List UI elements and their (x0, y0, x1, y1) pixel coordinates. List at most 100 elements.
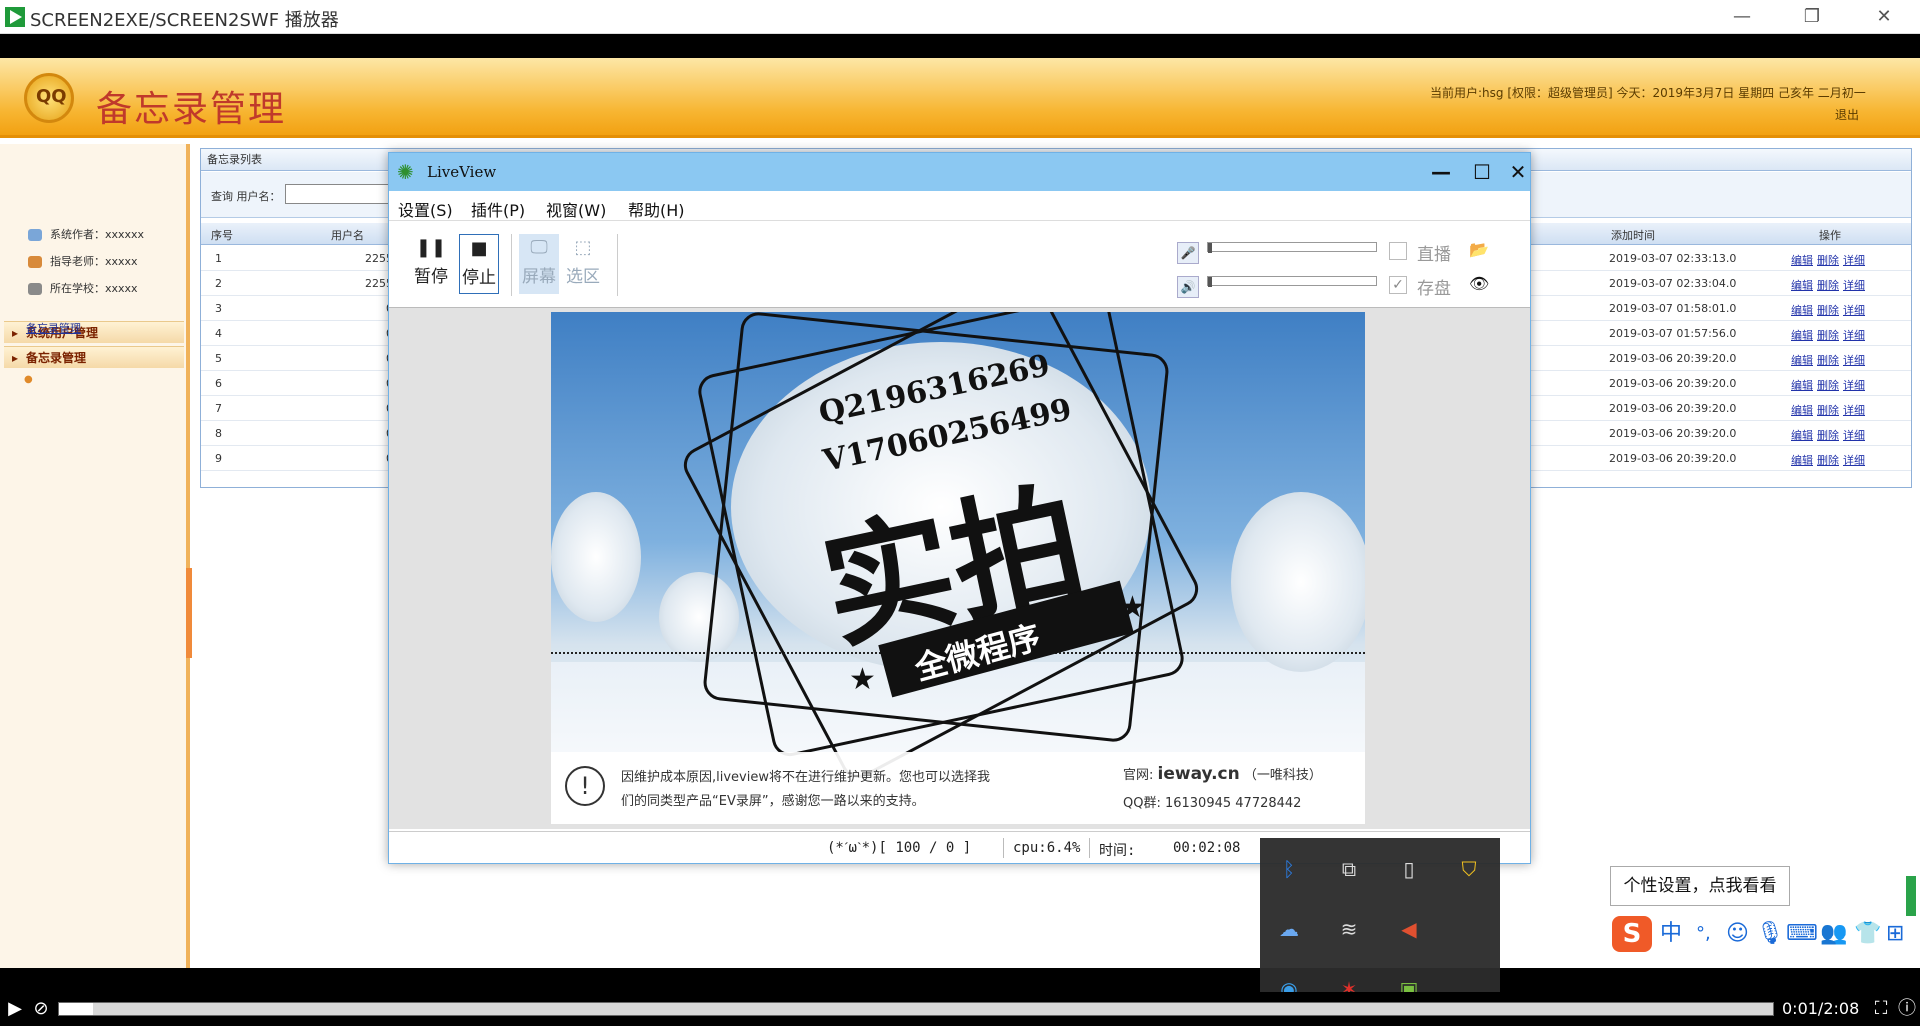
skin-icon[interactable]: 👕 (1854, 918, 1881, 950)
bluetooth-icon[interactable]: ᛒ (1274, 854, 1304, 884)
col-seq: 序号 (211, 229, 233, 242)
edit-link[interactable]: 编辑 (1791, 379, 1813, 392)
stop-icon: ■ (470, 238, 488, 259)
emoji-icon[interactable]: ☺ (1726, 918, 1749, 950)
wifi-icon[interactable]: ≋ (1334, 914, 1364, 944)
nav-sub-memo-management[interactable]: 备忘录管理 (26, 320, 81, 336)
logout-link[interactable]: 退出 (1835, 106, 1859, 123)
mic-volume-slider[interactable] (1207, 242, 1377, 253)
security-warning-icon[interactable]: ⛉ (1454, 854, 1484, 884)
stop-icon[interactable]: ⊘ (28, 996, 54, 1022)
keyboard-icon[interactable]: ⌨ (1786, 918, 1818, 950)
delete-link[interactable]: 删除 (1817, 454, 1839, 467)
detail-link[interactable]: 详细 (1843, 429, 1865, 442)
delete-link[interactable]: 删除 (1817, 404, 1839, 417)
pause-button[interactable]: ❚❚ 暂停 (411, 234, 451, 294)
detail-link[interactable]: 详细 (1843, 454, 1865, 467)
microphone-icon[interactable]: 🎤 (1177, 242, 1199, 264)
volume-icon[interactable]: ◀ (1394, 914, 1424, 944)
edit-link[interactable]: 编辑 (1791, 354, 1813, 367)
save-checkbox[interactable]: ✓ (1389, 276, 1407, 294)
delete-link[interactable]: 删除 (1817, 354, 1839, 367)
edit-link[interactable]: 编辑 (1791, 429, 1813, 442)
live-checkbox[interactable] (1389, 242, 1407, 260)
menu-settings[interactable]: 设置(S) (398, 197, 453, 221)
progress-track[interactable] (58, 1002, 1774, 1016)
liveview-titlebar[interactable]: ✺ LiveView — ☐ ✕ (389, 153, 1530, 191)
school-info: 所在学校：xxxxx (28, 280, 138, 296)
edit-link[interactable]: 编辑 (1791, 254, 1813, 267)
detail-link[interactable]: 详细 (1843, 404, 1865, 417)
close-button[interactable]: ✕ (1864, 4, 1904, 30)
delete-link[interactable]: 删除 (1817, 429, 1839, 442)
liveview-maximize-button[interactable]: ☐ (1467, 159, 1497, 185)
nav-memo-management[interactable]: 备忘录管理 (4, 346, 184, 369)
cell-ops: 编辑 删除 详细 (1791, 377, 1869, 393)
exclamation-icon: ! (565, 766, 605, 806)
minimize-button[interactable]: — (1722, 4, 1762, 30)
usb-drive-icon[interactable]: ▯ (1394, 854, 1424, 884)
delete-link[interactable]: 删除 (1817, 379, 1839, 392)
school-icon (28, 283, 42, 295)
ime-punct-toggle[interactable]: °, (1696, 918, 1711, 950)
edit-link[interactable]: 编辑 (1791, 329, 1813, 342)
screen-button[interactable]: 🖵 屏幕 (519, 234, 559, 294)
cell-time: 2019-03-07 02:33:13.0 (1609, 252, 1737, 265)
menu-plugins[interactable]: 插件(P) (471, 197, 525, 221)
mic-slider-knob[interactable] (1208, 243, 1212, 253)
voice-icon[interactable]: 🎙 (1756, 918, 1784, 950)
official-site-link[interactable]: ieway.cn (1158, 764, 1240, 784)
collapse-handle[interactable] (186, 568, 192, 658)
play-icon[interactable]: ▶ (2, 996, 28, 1022)
fullscreen-icon[interactable]: ⛶ (1868, 996, 1894, 1022)
toolbox-icon[interactable]: ⊞ (1886, 918, 1904, 950)
menu-window[interactable]: 视窗(W) (546, 197, 606, 221)
restore-button[interactable]: ❐ (1792, 4, 1832, 30)
ime-lang-toggle[interactable]: 中 (1660, 918, 1682, 950)
region-button[interactable]: ⬚ 选区 (563, 234, 603, 294)
search-label: 查询 用户名： (211, 190, 281, 203)
player-title: SCREEN2EXE/SCREEN2SWF 播放器 (30, 10, 339, 31)
menu-help[interactable]: 帮助(H) (628, 197, 685, 221)
teacher-icon (28, 256, 42, 268)
window-switch-icon[interactable]: ⧉ (1334, 854, 1364, 884)
info-icon[interactable]: ⓘ (1894, 996, 1920, 1022)
stop-button[interactable]: ■ 停止 (459, 234, 499, 294)
speaker-icon[interactable]: 🔊 (1177, 276, 1199, 298)
liveview-minimize-button[interactable]: — (1426, 159, 1456, 185)
cell-seq: 4 (215, 327, 222, 340)
cell-time: 2019-03-07 01:57:56.0 (1609, 327, 1737, 340)
edit-link[interactable]: 编辑 (1791, 279, 1813, 292)
star-icon: ★ (1119, 590, 1146, 625)
detail-link[interactable]: 详细 (1843, 279, 1865, 292)
monitor-icon: 🖵 (530, 237, 548, 258)
eye-icon[interactable]: 👁 (1469, 274, 1489, 293)
detail-link[interactable]: 详细 (1843, 379, 1865, 392)
folder-icon[interactable]: 📂 (1469, 240, 1489, 259)
detail-link[interactable]: 详细 (1843, 254, 1865, 267)
site-title: 备忘录管理 (96, 89, 287, 130)
liveview-close-button[interactable]: ✕ (1508, 159, 1528, 185)
detail-link[interactable]: 详细 (1843, 354, 1865, 367)
search-input[interactable] (285, 184, 395, 204)
delete-link[interactable]: 删除 (1817, 279, 1839, 292)
status-cpu: cpu:6.4% (1013, 840, 1081, 856)
delete-link[interactable]: 删除 (1817, 254, 1839, 267)
speaker-slider-knob[interactable] (1208, 277, 1212, 287)
cloud-icon[interactable]: ☁ (1274, 914, 1304, 944)
cell-time: 2019-03-06 20:39:20.0 (1609, 377, 1737, 390)
delete-link[interactable]: 删除 (1817, 304, 1839, 317)
detail-link[interactable]: 详细 (1843, 304, 1865, 317)
delete-link[interactable]: 删除 (1817, 329, 1839, 342)
speaker-volume-slider[interactable] (1207, 276, 1377, 287)
save-label: 存盘 (1417, 279, 1451, 299)
detail-link[interactable]: 详细 (1843, 329, 1865, 342)
play-time: 0:01/2:08 (1782, 999, 1860, 1018)
edit-link[interactable]: 编辑 (1791, 404, 1813, 417)
edit-link[interactable]: 编辑 (1791, 454, 1813, 467)
video-top-margin (0, 34, 1920, 58)
sogou-logo-icon[interactable]: S (1612, 916, 1652, 952)
edit-link[interactable]: 编辑 (1791, 304, 1813, 317)
cell-time: 2019-03-07 01:58:01.0 (1609, 302, 1737, 315)
user-icon[interactable]: 👥 (1820, 918, 1847, 950)
